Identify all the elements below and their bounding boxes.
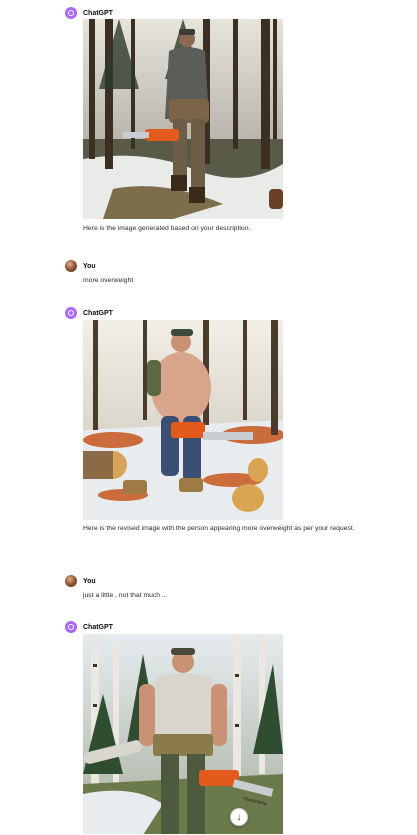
author-name: You — [83, 262, 96, 270]
message-header: ChatGPT — [65, 620, 385, 634]
message-header: ChatGPT — [65, 6, 385, 20]
message-header: You — [65, 259, 385, 273]
user-photo-avatar — [65, 260, 77, 272]
author-name: ChatGPT — [83, 9, 113, 17]
author-name: ChatGPT — [83, 309, 113, 317]
assistant-message-1-text-wrap: Here is the image generated based on you… — [65, 221, 385, 236]
message-text: just a little , not that much ... — [83, 592, 168, 599]
assistant-message-2-text-wrap: Here is the revised image with the perso… — [65, 521, 385, 536]
author-name: ChatGPT — [83, 623, 113, 631]
arrow-down-icon: ↓ — [236, 811, 242, 823]
generated-image-1[interactable] — [83, 19, 283, 219]
message-text: Here is the revised image with the perso… — [83, 525, 355, 532]
message-text: more overweight — [83, 277, 134, 284]
message-header: You — [65, 574, 385, 588]
assistant-message-2: ChatGPT — [65, 306, 385, 320]
author-name: You — [83, 577, 96, 585]
assistant-message-1: ChatGPT — [65, 6, 385, 20]
message-text: Here is the image generated based on you… — [83, 225, 251, 232]
openai-logo-icon — [65, 307, 77, 319]
openai-logo-icon — [65, 7, 77, 19]
message-header: ChatGPT — [65, 306, 385, 320]
generated-image-2[interactable] — [83, 320, 283, 520]
generated-image-3[interactable]: Husqvarna — [83, 634, 283, 834]
user-message-2: You just a little , not that much ... — [65, 574, 385, 603]
user-photo-avatar — [65, 575, 77, 587]
assistant-message-3: ChatGPT — [65, 620, 385, 634]
scroll-to-bottom-button[interactable]: ↓ — [230, 808, 248, 826]
openai-logo-icon — [65, 621, 77, 633]
user-message-1: You more overweight — [65, 259, 385, 288]
